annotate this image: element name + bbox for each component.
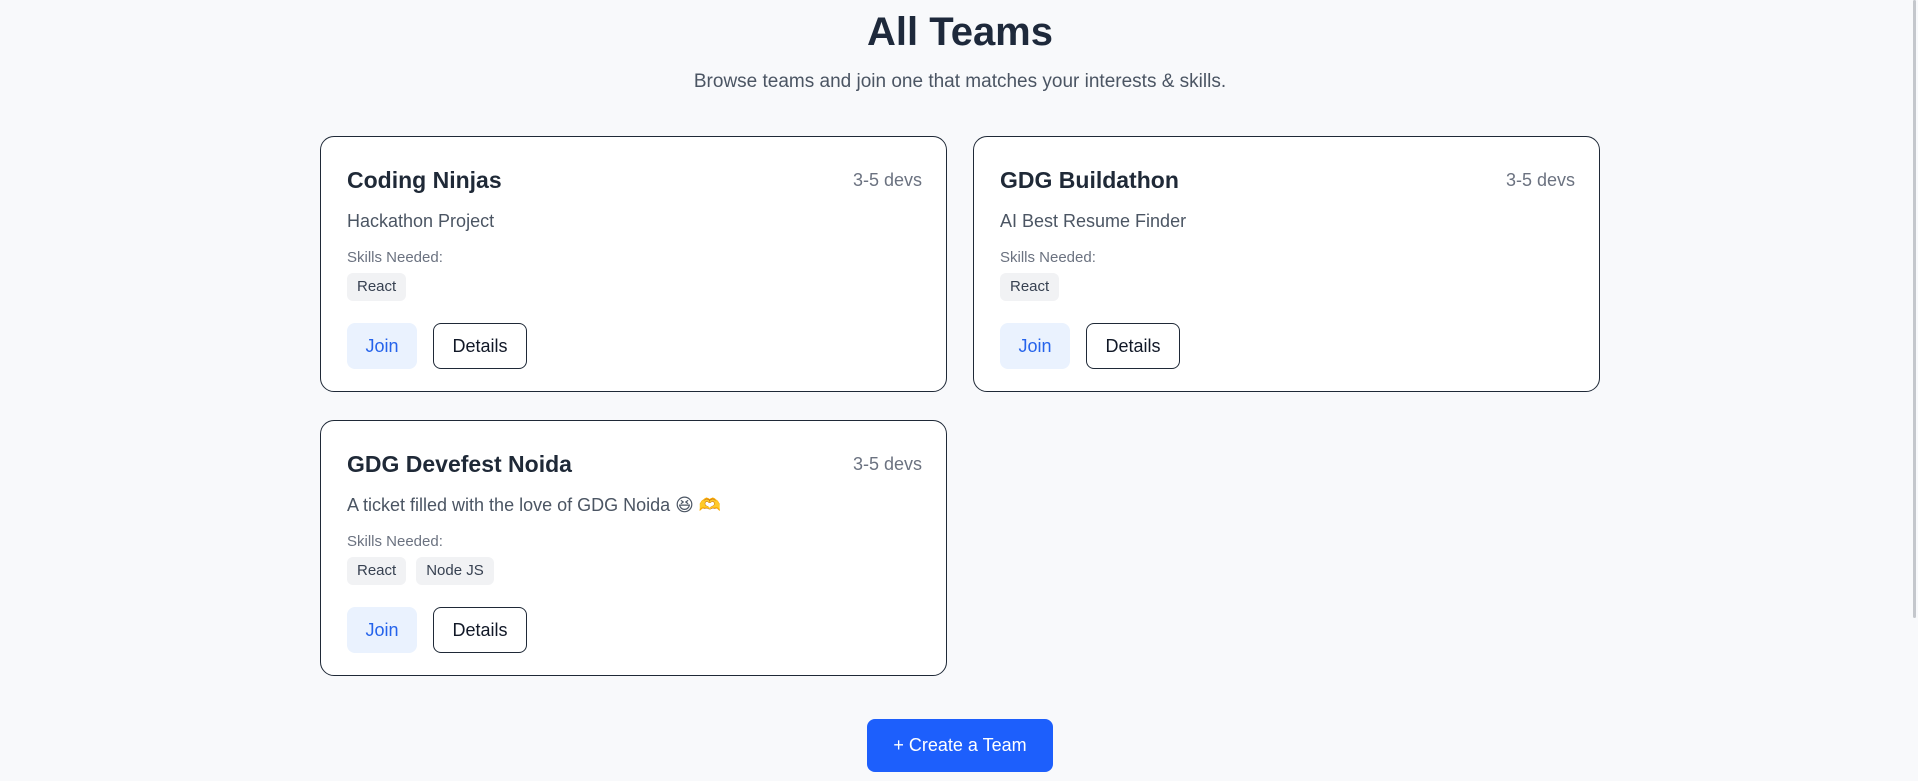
scrollbar-thumb[interactable] (1913, 0, 1916, 618)
team-size: 3-5 devs (852, 170, 922, 190)
page-title: All Teams (867, 10, 1053, 54)
team-card: GDG Buildathon 3-5 devs AI Best Resume F… (973, 136, 1600, 392)
create-team-button[interactable]: + Create a Team (867, 719, 1053, 772)
join-button[interactable]: Join (347, 607, 417, 653)
join-button[interactable]: Join (1000, 323, 1070, 369)
skills-label: Skills Needed: (1000, 249, 1096, 266)
skills-list: React (1000, 273, 1060, 301)
details-button[interactable]: Details (1086, 323, 1180, 369)
skill-tag: React (347, 273, 407, 301)
card-actions: Join Details (347, 607, 527, 653)
team-name: GDG Devefest Noida (347, 451, 572, 477)
team-name: Coding Ninjas (347, 167, 502, 193)
skill-tag: React (347, 557, 407, 585)
scrollbar[interactable] (1910, 0, 1918, 618)
details-button[interactable]: Details (433, 607, 527, 653)
card-actions: Join Details (1000, 323, 1180, 369)
skills-label: Skills Needed: (347, 249, 443, 266)
details-button[interactable]: Details (433, 323, 527, 369)
team-card: GDG Devefest Noida 3-5 devs A ticket fil… (320, 420, 947, 676)
team-card: Coding Ninjas 3-5 devs Hackathon Project… (320, 136, 947, 392)
team-description: A ticket filled with the love of GDG Noi… (347, 495, 722, 515)
team-name: GDG Buildathon (1000, 167, 1179, 193)
skills-list: React Node JS (347, 557, 494, 585)
team-size: 3-5 devs (852, 454, 922, 474)
join-button[interactable]: Join (347, 323, 417, 369)
team-size: 3-5 devs (1505, 170, 1575, 190)
team-description: Hackathon Project (347, 211, 495, 231)
skill-tag: Node JS (416, 557, 494, 585)
skill-tag: React (1000, 273, 1060, 301)
skills-label: Skills Needed: (347, 533, 443, 550)
skills-list: React (347, 273, 407, 301)
teams-page: All Teams Browse teams and join one that… (0, 0, 1918, 781)
team-description: AI Best Resume Finder (1000, 211, 1187, 231)
page-subtitle: Browse teams and join one that matches y… (693, 71, 1227, 92)
card-actions: Join Details (347, 323, 527, 369)
